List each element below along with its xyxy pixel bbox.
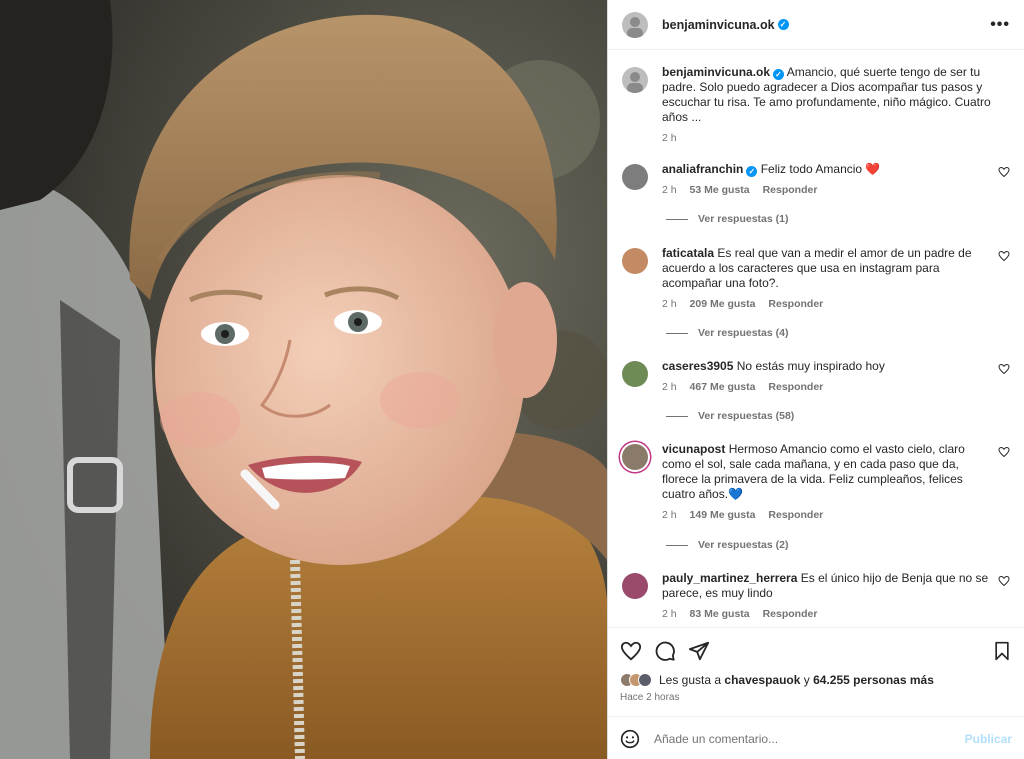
- comment-text: Feliz todo Amancio ❤️: [760, 162, 881, 176]
- liker-avatars: [620, 673, 652, 687]
- comment-item: vicunapost Hermoso Amancio como el vasto…: [622, 442, 1014, 523]
- view-replies-button[interactable]: Ver respuestas (2): [666, 539, 788, 551]
- likes-user[interactable]: chavespauok: [724, 673, 800, 687]
- comment-username[interactable]: caseres3905: [662, 359, 733, 373]
- post-header: benjaminvicuna.ok ✓ •••: [608, 0, 1024, 50]
- commenter-avatar[interactable]: [622, 444, 648, 470]
- like-comment-heart-icon[interactable]: [998, 363, 1010, 375]
- like-comment-heart-icon[interactable]: [998, 250, 1010, 262]
- view-replies-button[interactable]: Ver respuestas (58): [666, 410, 794, 422]
- likes-summary[interactable]: Les gusta a chavespauok y 64.255 persona…: [620, 673, 934, 687]
- caption: benjaminvicuna.ok ✓ Amancio, qué suerte t…: [622, 65, 1014, 146]
- comment-time: 2 h: [662, 608, 677, 620]
- comment-text: No estás muy inspirado hoy: [736, 359, 885, 373]
- like-comment-heart-icon[interactable]: [998, 166, 1010, 178]
- comment-time: 2 h: [662, 381, 677, 393]
- replies-divider: [666, 218, 688, 220]
- replies-divider: [666, 415, 688, 417]
- comment-time: 2 h: [662, 298, 677, 310]
- share-paper-plane-icon[interactable]: [688, 640, 710, 662]
- comment-likes[interactable]: 209 Me gusta: [690, 298, 756, 310]
- caption-avatar[interactable]: [622, 67, 648, 93]
- comment-bubble-icon[interactable]: [654, 640, 676, 662]
- comment-item: analiafranchin ✓ Feliz todo Amancio ❤️ 2 …: [622, 162, 1014, 198]
- view-replies-label[interactable]: Ver respuestas (1): [698, 213, 788, 225]
- like-comment-heart-icon[interactable]: [998, 575, 1010, 587]
- reply-button[interactable]: Responder: [768, 381, 823, 393]
- view-replies-button[interactable]: Ver respuestas (4): [666, 327, 788, 339]
- reply-button[interactable]: Responder: [768, 298, 823, 310]
- comment-item: pauly_martinez_herrera Es el único hijo …: [622, 571, 1014, 622]
- like-heart-icon[interactable]: [620, 640, 642, 662]
- comment-likes[interactable]: 83 Me gusta: [690, 608, 750, 620]
- author-avatar[interactable]: [622, 11, 648, 38]
- post-photo[interactable]: [0, 0, 607, 759]
- verified-badge-icon: ✓: [777, 19, 789, 30]
- post-detail-panel: benjaminvicuna.ok ✓ ••• benjaminvicuna.o…: [607, 0, 1024, 759]
- reply-button[interactable]: Responder: [768, 509, 823, 521]
- view-replies-label[interactable]: Ver respuestas (4): [698, 327, 788, 339]
- commenter-avatar[interactable]: [622, 164, 648, 190]
- author-username[interactable]: benjaminvicuna.ok: [662, 18, 775, 32]
- verified-badge-icon: ✓: [746, 166, 758, 177]
- likes-prefix: Les gusta a: [659, 673, 722, 687]
- save-bookmark-icon[interactable]: [992, 640, 1012, 662]
- view-replies-label[interactable]: Ver respuestas (58): [698, 410, 794, 422]
- comment-item: caseres3905 No estás muy inspirado hoy 2…: [622, 359, 1014, 395]
- boy-photo-illustration: [0, 0, 607, 759]
- post-time: Hace 2 horas: [620, 692, 680, 703]
- post-actions: Les gusta a chavespauok y 64.255 persona…: [608, 627, 1024, 759]
- commenter-avatar[interactable]: [622, 248, 648, 274]
- comment-username[interactable]: vicunapost: [662, 442, 725, 456]
- comment-likes[interactable]: 467 Me gusta: [690, 381, 756, 393]
- comment-username[interactable]: pauly_martinez_herrera: [662, 571, 797, 585]
- comment-time: 2 h: [662, 509, 677, 521]
- emoji-icon[interactable]: [620, 729, 640, 749]
- view-replies-button[interactable]: Ver respuestas (1): [666, 213, 788, 225]
- more-options-icon[interactable]: •••: [990, 16, 1010, 34]
- caption-username[interactable]: benjaminvicuna.ok: [662, 65, 770, 79]
- caption-time: 2 h: [662, 132, 677, 144]
- publish-button[interactable]: Publicar: [965, 732, 1012, 746]
- caption-avatar-image: [627, 72, 643, 93]
- commenter-avatar[interactable]: [622, 573, 648, 599]
- comment-likes[interactable]: 53 Me gusta: [690, 184, 750, 196]
- comment-time: 2 h: [662, 184, 677, 196]
- action-icon-row: [620, 640, 1012, 664]
- comment-item: faticatala Es real que van a medir el am…: [622, 246, 1014, 312]
- comment-input[interactable]: Añade un comentario...: [654, 732, 778, 746]
- comment-likes[interactable]: 149 Me gusta: [690, 509, 756, 521]
- comment-username[interactable]: analiafranchin: [662, 162, 743, 176]
- likes-others[interactable]: 64.255 personas más: [813, 673, 934, 687]
- liker-avatar: [638, 673, 652, 687]
- comments-list[interactable]: benjaminvicuna.ok ✓ Amancio, qué suerte t…: [608, 51, 1024, 627]
- author-avatar-image: [627, 16, 643, 38]
- replies-divider: [666, 544, 688, 546]
- add-comment-bar: Añade un comentario... Publicar: [608, 716, 1024, 759]
- commenter-avatar[interactable]: [622, 361, 648, 387]
- view-replies-label[interactable]: Ver respuestas (2): [698, 539, 788, 551]
- likes-joiner: y: [803, 673, 810, 687]
- reply-button[interactable]: Responder: [763, 184, 818, 196]
- reply-button[interactable]: Responder: [763, 608, 818, 620]
- like-comment-heart-icon[interactable]: [998, 446, 1010, 458]
- verified-badge-icon: ✓: [773, 69, 785, 80]
- replies-divider: [666, 332, 688, 334]
- comment-username[interactable]: faticatala: [662, 246, 714, 260]
